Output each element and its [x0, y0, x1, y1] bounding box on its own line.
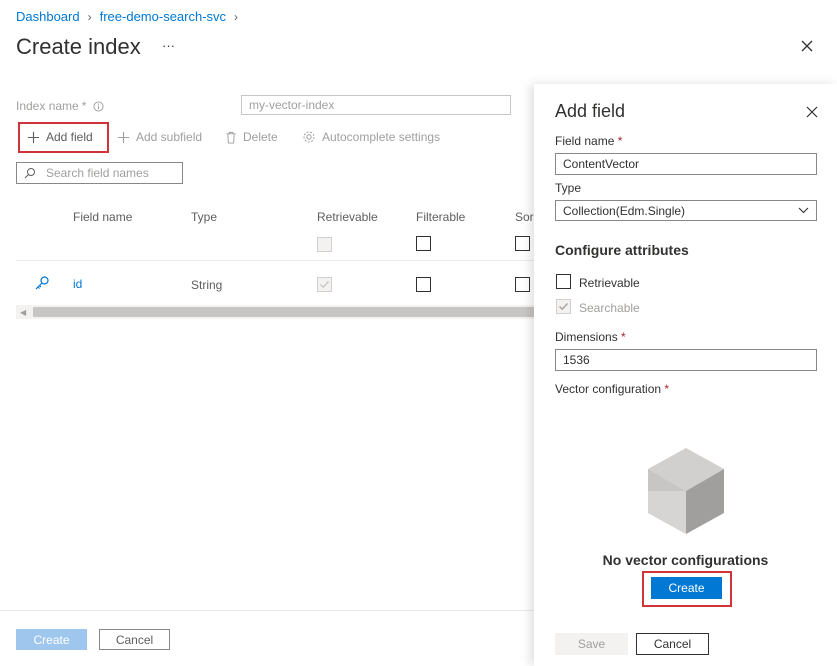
dimensions-label: Dimensions * — [555, 330, 626, 344]
dimensions-label-text: Dimensions — [555, 330, 618, 344]
field-name-input[interactable]: ContentVector — [555, 153, 817, 175]
save-button[interactable]: Save — [555, 633, 628, 655]
vector-config-label: Vector configuration * — [555, 382, 669, 396]
create-index-button[interactable]: Create — [16, 629, 87, 650]
type-select[interactable]: Collection(Edm.Single) — [555, 200, 817, 221]
add-field-highlight — [18, 122, 109, 153]
horizontal-scrollbar[interactable]: ◀ — [16, 305, 534, 319]
breadcrumb-service[interactable]: free-demo-search-svc — [100, 9, 226, 24]
header-sortable-checkbox[interactable] — [515, 236, 530, 251]
breadcrumb: Dashboard › free-demo-search-svc › — [16, 9, 238, 24]
close-page-icon[interactable] — [799, 38, 815, 54]
empty-cube-icon — [647, 447, 725, 540]
footer-divider — [0, 610, 534, 611]
header-retrievable-checkbox — [317, 237, 332, 252]
configure-attributes-heading: Configure attributes — [555, 242, 689, 258]
col-header-retrievable[interactable]: Retrievable — [317, 210, 378, 224]
dimensions-input[interactable]: 1536 — [555, 349, 817, 371]
add-field-panel: Add field Field name * ContentVector Typ… — [534, 84, 837, 666]
row-retrievable-checkbox — [317, 277, 332, 292]
chevron-right-icon: › — [87, 9, 92, 24]
retrievable-label: Retrievable — [579, 276, 640, 290]
field-name-label-text: Field name — [555, 134, 615, 148]
index-name-label-text: Index name — [16, 99, 79, 113]
field-name-id[interactable]: id — [73, 277, 82, 291]
field-name-label: Field name * — [555, 134, 622, 148]
required-marker: * — [664, 382, 670, 396]
delete-label: Delete — [243, 130, 278, 144]
type-label: Type — [555, 181, 582, 195]
add-subfield-button[interactable]: Add subfield — [117, 130, 202, 144]
field-type-string: String — [191, 278, 223, 292]
chevron-right-icon: › — [234, 9, 239, 24]
scroll-left-icon[interactable]: ◀ — [20, 308, 26, 317]
plus-icon — [117, 131, 130, 143]
vector-config-label-text: Vector configuration — [555, 382, 662, 396]
row-filterable-checkbox[interactable] — [416, 277, 431, 292]
header-divider — [16, 260, 534, 261]
cancel-button[interactable]: Cancel — [636, 633, 709, 655]
index-name-label: Index name * — [16, 99, 104, 113]
create-button-highlight — [642, 571, 732, 607]
required-marker: * — [621, 330, 626, 344]
search-placeholder: Search field names — [46, 166, 149, 180]
breadcrumb-dashboard[interactable]: Dashboard — [16, 9, 80, 24]
col-header-type[interactable]: Type — [191, 210, 217, 224]
index-name-input[interactable]: my-vector-index — [241, 95, 511, 115]
page-title: Create index — [16, 34, 141, 59]
delete-button[interactable]: Delete — [225, 130, 278, 144]
add-subfield-label: Add subfield — [136, 130, 203, 144]
info-icon[interactable] — [93, 100, 104, 112]
required-marker: * — [617, 134, 623, 148]
panel-title: Add field — [555, 101, 626, 121]
autocomplete-label: Autocomplete settings — [322, 130, 441, 144]
searchable-checkbox — [556, 299, 571, 314]
search-field-input[interactable]: Search field names — [16, 162, 183, 184]
gear-icon — [303, 131, 315, 143]
col-header-sortable[interactable]: Sor — [515, 210, 534, 224]
close-panel-icon[interactable] — [805, 105, 819, 124]
col-header-filterable[interactable]: Filterable — [416, 210, 465, 224]
type-select-value: Collection(Edm.Single) — [563, 203, 686, 218]
empty-state-title: No vector configurations — [602, 552, 769, 568]
scrollbar-thumb[interactable] — [33, 307, 534, 317]
col-header-field-name[interactable]: Field name — [73, 210, 132, 224]
search-icon — [24, 168, 35, 179]
trash-icon — [226, 131, 236, 144]
cancel-index-button[interactable]: Cancel — [99, 629, 170, 650]
row-sortable-checkbox[interactable] — [515, 277, 530, 292]
chevron-down-icon — [798, 207, 809, 214]
header-filterable-checkbox[interactable] — [416, 236, 431, 251]
autocomplete-settings-button[interactable]: Autocomplete settings — [302, 130, 440, 144]
searchable-label: Searchable — [579, 301, 640, 315]
key-icon — [34, 275, 50, 296]
retrievable-checkbox[interactable] — [556, 274, 571, 289]
required-marker: * — [81, 99, 87, 113]
more-options-button[interactable]: ··· — [162, 38, 175, 53]
